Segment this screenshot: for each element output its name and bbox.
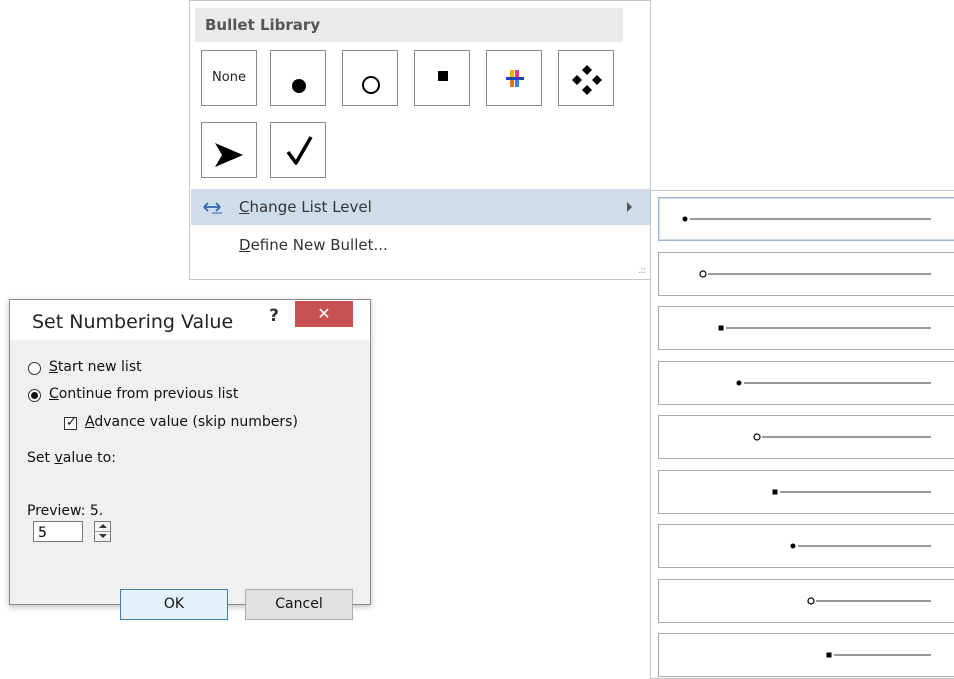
- list-level-item[interactable]: [658, 251, 954, 296]
- ok-button[interactable]: OK: [120, 589, 228, 620]
- cancel-button[interactable]: Cancel: [245, 589, 353, 620]
- bullet-library-header: Bullet Library: [195, 8, 623, 42]
- list-level-item[interactable]: [658, 578, 954, 623]
- advance-value-checkbox[interactable]: ✓: [64, 415, 77, 430]
- list-level-item[interactable]: [658, 197, 954, 241]
- bullet-hollow-circle-tile[interactable]: [342, 50, 398, 106]
- advance-value-label[interactable]: Advance value (skip numbers): [85, 414, 298, 430]
- hollow-circle-bullet-icon: [699, 269, 931, 278]
- set-value-input[interactable]: [33, 521, 83, 542]
- filled-circle-bullet-icon: [736, 380, 931, 385]
- change-list-level-item[interactable]: Change List Level: [191, 189, 651, 225]
- filled-circle-bullet-icon: [682, 216, 931, 222]
- list-level-submenu: [650, 190, 954, 679]
- arrowhead-bullet-icon: [215, 143, 243, 167]
- change-list-level-label: Change List Level: [239, 198, 372, 216]
- continue-previous-list-radio[interactable]: [28, 389, 41, 402]
- bullet-library-title: Bullet Library: [205, 16, 321, 34]
- preview-text: Preview: 5.: [27, 503, 104, 519]
- help-button[interactable]: ?: [263, 306, 285, 330]
- list-level-item[interactable]: [658, 633, 954, 677]
- bullet-filled-circle-tile[interactable]: [270, 50, 326, 106]
- start-new-list-radio[interactable]: [28, 362, 41, 375]
- filled-square-bullet-icon: [826, 652, 931, 658]
- spin-up-button[interactable]: [95, 522, 110, 532]
- filled-circle-bullet-icon: [790, 543, 931, 549]
- set-numbering-value-dialog: Set Numbering Value ? ✕ Start new list C…: [9, 299, 371, 620]
- filled-square-bullet-icon: [718, 325, 931, 331]
- checkmark-bullet-icon: [286, 136, 313, 165]
- continue-previous-list-label[interactable]: Continue from previous list: [49, 386, 238, 402]
- bullet-filled-square-tile[interactable]: [414, 50, 470, 106]
- bullet-none-label: None: [212, 70, 246, 85]
- hollow-circle-bullet-icon: [807, 596, 931, 605]
- define-new-bullet-label: Define New Bullet...: [239, 236, 388, 254]
- hollow-circle-bullet-icon: [362, 76, 380, 94]
- filled-square-bullet-icon: [438, 71, 448, 81]
- filled-circle-bullet-icon: [292, 79, 306, 93]
- bullet-four-diamond-tile[interactable]: [558, 50, 614, 106]
- bullet-checkmark-tile[interactable]: [270, 122, 326, 178]
- spin-down-button[interactable]: [95, 532, 110, 541]
- hollow-circle-bullet-icon: [753, 433, 931, 441]
- multicolor-cross-bullet-icon: [506, 70, 524, 87]
- down-arrow-icon: [99, 534, 107, 538]
- submenu-arrow-icon: [627, 202, 632, 212]
- resize-grip-icon[interactable]: .::: [638, 265, 646, 276]
- dialog-titlebar: Set Numbering Value ? ✕: [10, 300, 370, 340]
- value-spinner[interactable]: [94, 521, 111, 542]
- bullet-multicolor-cross-tile[interactable]: [486, 50, 542, 106]
- list-level-item[interactable]: [658, 415, 954, 459]
- dialog-title: Set Numbering Value: [32, 311, 234, 333]
- bullet-library-menu: Bullet Library None Change List Level De…: [189, 0, 651, 280]
- list-level-item[interactable]: [658, 469, 954, 514]
- define-new-bullet-item[interactable]: Define New Bullet...: [191, 227, 651, 263]
- filled-square-bullet-icon: [772, 489, 931, 494]
- list-level-item[interactable]: [658, 360, 954, 405]
- set-value-label: Set value to:: [27, 450, 116, 466]
- dialog-body: Start new list Continue from previous li…: [16, 340, 364, 620]
- start-new-list-label[interactable]: Start new list: [49, 359, 142, 375]
- list-level-item[interactable]: [658, 306, 954, 350]
- change-list-level-icon: [203, 202, 222, 214]
- bullet-arrowhead-tile[interactable]: [201, 122, 257, 178]
- up-arrow-icon: [99, 524, 107, 528]
- four-diamond-bullet-icon: [572, 65, 602, 95]
- bullet-none-tile[interactable]: None: [201, 50, 257, 106]
- list-level-item[interactable]: [658, 524, 954, 568]
- checkmark-icon: ✓: [66, 415, 77, 430]
- close-button[interactable]: ✕: [295, 301, 353, 327]
